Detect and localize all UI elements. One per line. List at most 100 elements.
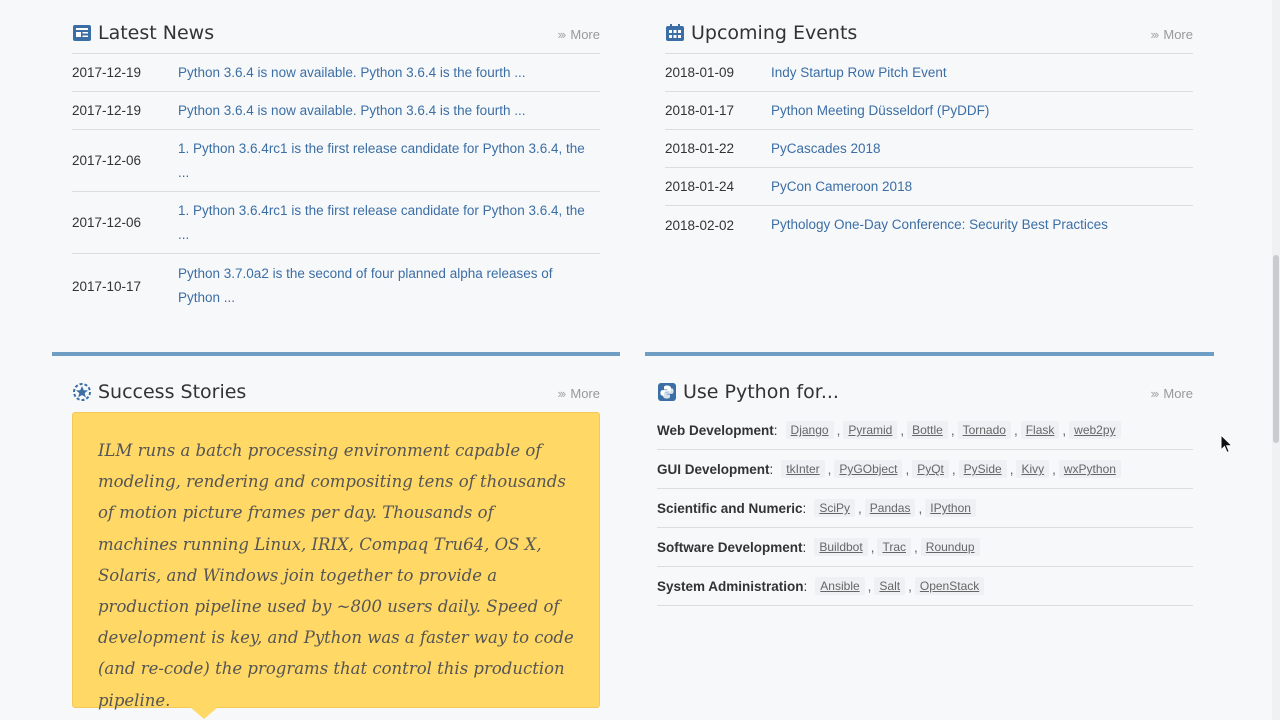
news-date: 2017-12-06 [72, 215, 142, 230]
more-label: More [1163, 386, 1193, 401]
use-python-more-link[interactable]: ››› More [1150, 386, 1193, 401]
upcoming-events-title: Upcoming Events [691, 22, 858, 44]
news-date: 2017-12-19 [72, 103, 142, 118]
news-link[interactable]: Python 3.7.0a2 is the second of four pla… [178, 262, 588, 310]
events-date: 2018-01-24 [665, 179, 735, 194]
framework-tag[interactable]: Trac [877, 538, 912, 556]
use-python-row: System Administration: Ansible, Salt, OpenS… [657, 567, 1193, 606]
events-link[interactable]: PyCascades 2018 [771, 137, 881, 161]
more-chevron-icon: ››› [1150, 27, 1159, 42]
events-link[interactable]: Pythology One-Day Conference: Security B… [771, 213, 1108, 237]
use-python-row: Software Development: Buildbot, Trac, Round… [657, 528, 1193, 567]
framework-tag[interactable]: wxPython [1058, 460, 1121, 478]
tag-separator: , [918, 500, 923, 516]
framework-tag[interactable]: Pyramid [843, 421, 898, 439]
section-divider-right [645, 352, 1214, 356]
framework-tag[interactable]: PyQt [912, 460, 949, 478]
latest-news-more-link[interactable]: ››› More [557, 27, 600, 42]
events-link[interactable]: Indy Startup Row Pitch Event [771, 61, 947, 85]
events-date: 2018-02-02 [665, 217, 735, 233]
calendar-icon [665, 23, 685, 43]
events-item: 2018-01-24 PyCon Cameroon 2018 [665, 168, 1193, 206]
news-item: 2017-12-19 Python 3.6.4 is now available.… [72, 92, 600, 130]
tag-separator: , [905, 461, 910, 477]
mouse-cursor-icon [1220, 433, 1234, 458]
news-list: 2017-12-19 Python 3.6.4 is now available.… [72, 54, 600, 318]
more-chevron-icon: ››› [557, 27, 566, 42]
more-chevron-icon: ››› [557, 386, 566, 401]
latest-news-title: Latest News [98, 22, 215, 44]
news-link[interactable]: 1. Python 3.6.4rc1 is the first release … [178, 199, 588, 247]
events-item: 2018-01-22 PyCascades 2018 [665, 130, 1193, 168]
framework-tag[interactable]: Flask [1020, 421, 1060, 439]
newspaper-icon [72, 23, 92, 43]
framework-tag[interactable]: PyGObject [834, 460, 903, 478]
events-date: 2018-01-17 [665, 103, 735, 118]
framework-tag[interactable]: tkInter [781, 460, 825, 478]
events-item: 2018-01-09 Indy Startup Row Pitch Event [665, 54, 1193, 92]
framework-tag[interactable]: OpenStack [914, 577, 985, 595]
success-stories-title: Success Stories [98, 381, 247, 403]
more-label: More [570, 27, 600, 42]
use-python-row: Scientific and Numeric: SciPy, Pandas, IPyt… [657, 489, 1193, 528]
use-python-header: Use Python for... ››› More [657, 377, 1193, 407]
upcoming-events-panel: Upcoming Events ››› More 2018-01-09 Indy S… [665, 18, 1193, 248]
use-python-category: Software Development [657, 539, 803, 555]
events-date: 2018-01-22 [665, 141, 735, 156]
framework-tag[interactable]: Roundup [920, 538, 980, 556]
news-item: 2017-12-19 Python 3.6.4 is now available.… [72, 54, 600, 92]
news-link[interactable]: 1. Python 3.6.4rc1 is the first release … [178, 137, 588, 185]
use-python-category: Scientific and Numeric [657, 500, 803, 516]
framework-tag[interactable]: IPython [925, 499, 976, 517]
more-label: More [1163, 27, 1193, 42]
tag-separator: , [858, 500, 862, 516]
news-link[interactable]: Python 3.6.4 is now available. Python 3.… [178, 61, 525, 85]
news-date: 2017-12-06 [72, 153, 142, 168]
tag-separator: , [914, 539, 918, 555]
framework-tag[interactable]: Pandas [864, 499, 916, 517]
tag-separator: , [1062, 422, 1067, 438]
success-story-quote[interactable]: ILM runs a batch processing environment … [72, 412, 600, 710]
use-python-list: Web Development: Django, Pyramid, Bottle, To… [657, 411, 1193, 606]
star-badge-icon [72, 382, 92, 402]
success-stories-panel: Success Stories ››› More [72, 377, 600, 407]
upcoming-events-header: Upcoming Events ››› More [665, 18, 1193, 48]
events-date: 2018-01-09 [665, 65, 735, 80]
scrollbar-thumb[interactable] [1273, 255, 1279, 443]
framework-tag[interactable]: Kivy [1016, 460, 1050, 478]
category-colon: : [802, 539, 807, 555]
framework-tag[interactable]: Ansible [815, 577, 865, 595]
events-item: 2018-02-02 Pythology One-Day Conference: … [665, 206, 1193, 244]
category-colon: : [769, 461, 774, 477]
framework-tag[interactable]: Salt [874, 577, 906, 595]
tag-separator: , [1052, 461, 1056, 477]
tag-separator: , [836, 422, 841, 438]
framework-tag[interactable]: Buildbot [814, 538, 868, 556]
news-item: 2017-12-06 1. Python 3.6.4rc1 is the firs… [72, 192, 600, 254]
quote-tail [190, 707, 218, 719]
events-link[interactable]: PyCon Cameroon 2018 [771, 175, 912, 199]
upcoming-events-more-link[interactable]: ››› More [1150, 27, 1193, 42]
news-item: 2017-10-17 Python 3.7.0a2 is the second o… [72, 254, 600, 318]
framework-tag[interactable]: Django [785, 421, 834, 439]
tag-separator: , [908, 578, 912, 594]
python-logo-icon [657, 382, 677, 402]
category-colon: : [802, 500, 807, 516]
framework-tag[interactable]: SciPy [814, 499, 855, 517]
framework-tag[interactable]: Tornado [957, 421, 1011, 439]
use-python-row: GUI Development: tkInter, PyGObject, PyQt, P… [657, 450, 1193, 489]
framework-tag[interactable]: PySide [958, 460, 1007, 478]
events-link[interactable]: Python Meeting Düsseldorf (PyDDF) [771, 99, 989, 123]
events-list: 2018-01-09 Indy Startup Row Pitch Event 20… [665, 54, 1193, 244]
use-python-panel: Use Python for... ››› More Web Developmen… [657, 377, 1193, 607]
tag-separator: , [950, 422, 955, 438]
use-python-category: Web Development [657, 422, 774, 438]
success-stories-more-link[interactable]: ››› More [557, 386, 600, 401]
section-divider-left [52, 352, 620, 356]
framework-tag[interactable]: web2py [1069, 421, 1121, 439]
tag-separator: , [1009, 461, 1014, 477]
latest-news-panel: Latest News ››› More 2017-12-19 Python 3.6… [72, 18, 600, 318]
more-chevron-icon: ››› [1150, 386, 1159, 401]
framework-tag[interactable]: Bottle [907, 421, 948, 439]
news-link[interactable]: Python 3.6.4 is now available. Python 3.… [178, 99, 525, 123]
